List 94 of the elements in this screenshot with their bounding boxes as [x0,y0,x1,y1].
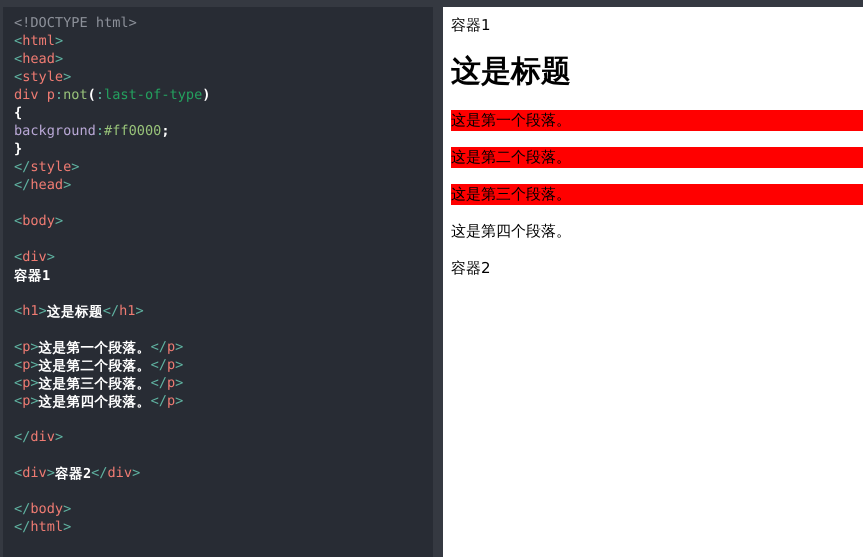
code-bracket: </ [102,303,120,321]
code-text: 这是标题 [46,303,103,321]
code-bracket: > [136,303,144,321]
code-bracket: </ [150,375,167,393]
code-bracket: > [54,213,64,231]
heading: 这是标题 [451,53,572,91]
code-tag: p [166,393,176,411]
code-bracket: > [30,375,39,393]
code-bracket: > [54,51,64,69]
code-bracket: < [14,303,22,321]
code-bracket: < [14,465,22,483]
paragraph: 这是第四个段落。 [451,221,572,242]
code-bracket: > [175,375,184,393]
code-text: 容器2 [54,465,92,483]
code-tag: body [30,501,64,519]
code-bracket: > [46,249,55,267]
code-tag: div [22,249,47,267]
code-bracket: </ [150,339,167,357]
code-bracket: </ [150,357,167,375]
code-tag: div [30,429,55,447]
code-tag: div [108,465,132,483]
code-bracket: > [30,357,39,375]
container-text: 容器2 [451,258,492,279]
code-tag: p [166,357,176,375]
code-bracket: : [96,123,104,141]
code-bracket: < [14,375,22,393]
code-text: ; [161,123,170,141]
code-bracket: > [30,339,39,357]
code-bracket: < [14,249,22,267]
code-tag: head [22,51,55,69]
code-pseudo: not [63,87,88,105]
code-bracket: > [175,393,184,411]
code-bracket: > [132,465,140,483]
code-tag: div p [14,87,55,105]
code-bracket: </ [14,519,30,537]
code-bracket: > [63,69,72,87]
code-bracket: > [63,519,72,537]
code-text: 这是第一个段落。 [38,339,151,357]
code-text: 容器1 [14,267,50,285]
code-pseudo-arg: last-of-type [104,87,202,105]
code-bracket: < [14,33,22,51]
code-tag: head [30,177,64,195]
code-bracket: < [14,357,22,375]
code-bracket: > [175,339,184,357]
code-bracket: > [54,429,64,447]
code-text: 这是第二个段落。 [38,357,151,375]
code-tag: p [166,339,176,357]
container-text: 容器1 [451,15,492,36]
code-bracket: </ [14,159,30,177]
code-bracket: : [54,87,64,105]
code-text: 这是第三个段落。 [38,375,151,393]
code-bracket: > [71,159,80,177]
code-tag: html [30,519,64,537]
code-bracket: > [38,303,47,321]
code-bracket: </ [14,177,30,195]
code-tag: style [30,159,72,177]
code-text: { [14,105,22,123]
code-bracket: > [63,501,72,519]
code-property: background [14,123,96,141]
code-text: ( [88,87,96,105]
code-bracket: < [14,213,22,231]
code-tag: h1 [22,303,39,321]
code-bracket: </ [14,501,30,519]
paragraph: 这是第三个段落。 [451,184,863,205]
code-tag: p [166,375,176,393]
code-bracket: < [14,393,22,411]
code-bracket: < [14,339,22,357]
code-tag: p [22,339,30,357]
paragraph: 这是第二个段落。 [451,147,863,168]
code-tag: p [22,375,30,393]
code-bracket: </ [91,465,108,483]
code-text: 这是第四个段落。 [38,393,151,411]
code-bracket: > [54,33,64,51]
code-bracket: </ [14,429,30,447]
code-bracket: > [175,357,184,375]
code-tag: div [22,465,47,483]
code-value: #ff0000 [104,123,162,141]
code-tag: html [22,33,55,51]
code-tag: p [22,357,30,375]
code-tag: body [22,213,55,231]
code-bracket: : [96,87,104,105]
code-bracket: < [14,51,22,69]
code-bracket: </ [150,393,167,411]
code-tag: h1 [119,303,136,321]
code-bracket: < [14,69,22,87]
code-bracket: > [46,465,55,483]
code-text: } [14,141,22,159]
code-bracket: > [30,393,39,411]
paragraph: 这是第一个段落。 [451,110,863,131]
code-tag: style [22,69,64,87]
code-tag: p [22,393,30,411]
code-bracket: > [63,177,72,195]
code-text: ) [202,87,210,105]
code-doctype: <!DOCTYPE html> [14,15,137,33]
